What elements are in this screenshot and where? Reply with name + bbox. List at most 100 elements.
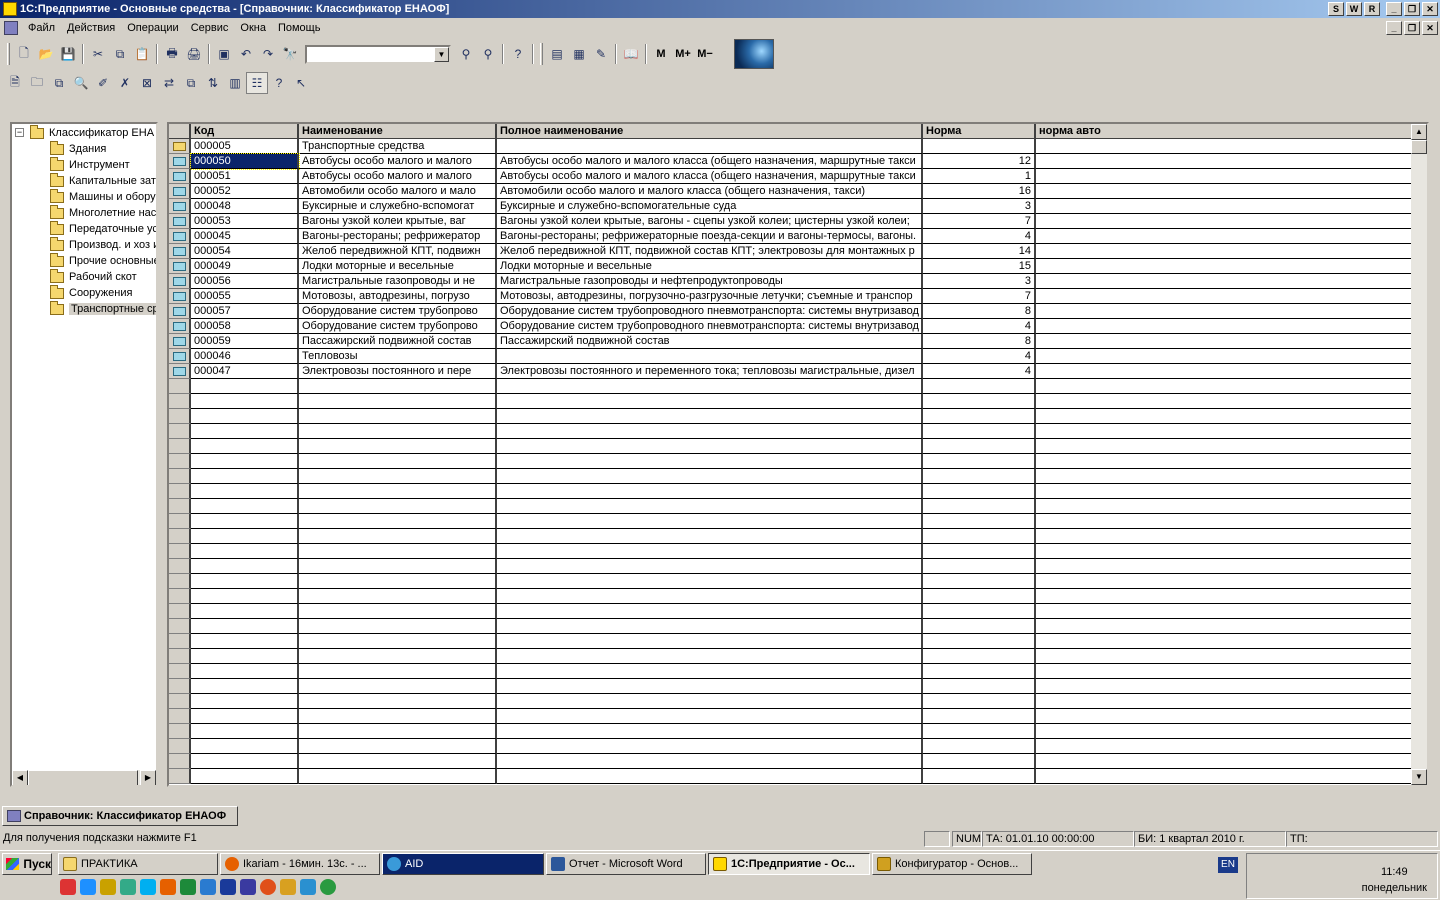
task-ikariam[interactable]: Ikariam - 16мин. 13с. - ...: [220, 853, 380, 875]
cell-full-name[interactable]: [497, 634, 923, 649]
table-row[interactable]: 000005 Транспортные средства: [169, 139, 1413, 154]
copy-icon[interactable]: ⧉: [109, 43, 131, 65]
cell-norm[interactable]: [923, 574, 1036, 589]
context-help-icon[interactable]: ↖: [290, 72, 312, 94]
table-row[interactable]: [169, 679, 1413, 694]
cell-code[interactable]: 000056: [191, 274, 299, 289]
move-icon[interactable]: ⇄: [158, 72, 180, 94]
cell-code[interactable]: [191, 439, 299, 454]
table-row[interactable]: 000045 Вагоны-рестораны; рефрижератор Ваго…: [169, 229, 1413, 244]
cell-code[interactable]: [191, 679, 299, 694]
s-button[interactable]: S: [1328, 2, 1344, 16]
cell-full-name[interactable]: Вагоны узкой колеи крытые, вагоны - сцеп…: [497, 214, 923, 229]
cell-full-name[interactable]: [497, 739, 923, 754]
cell-name[interactable]: Вагоны-рестораны; рефрижератор: [299, 229, 497, 244]
cell-norm[interactable]: 7: [923, 289, 1036, 304]
close-button[interactable]: ✕: [1422, 2, 1438, 16]
cell-norm-auto[interactable]: [1036, 319, 1413, 334]
cell-norm[interactable]: [923, 694, 1036, 709]
task-1c-enterprise[interactable]: 1С:Предприятие - Ос...: [708, 853, 870, 875]
cell-full-name[interactable]: Пассажирский подвижной состав: [497, 334, 923, 349]
ie-icon[interactable]: [80, 879, 96, 895]
print-preview-icon[interactable]: 🖨: [183, 43, 205, 65]
cell-norm-auto[interactable]: [1036, 694, 1413, 709]
table-row[interactable]: 000049 Лодки моторные и весельные Лодки мо…: [169, 259, 1413, 274]
book-icon[interactable]: 📖: [620, 43, 642, 65]
cell-name[interactable]: [299, 724, 497, 739]
cell-code[interactable]: [191, 529, 299, 544]
cell-code[interactable]: [191, 574, 299, 589]
cell-name[interactable]: [299, 589, 497, 604]
header-norm-auto[interactable]: норма авто: [1036, 124, 1413, 139]
cell-name[interactable]: [299, 619, 497, 634]
cell-code[interactable]: [191, 724, 299, 739]
table-row[interactable]: 000059 Пассажирский подвижной состав Пасса…: [169, 334, 1413, 349]
chat-icon[interactable]: [280, 879, 296, 895]
cell-full-name[interactable]: [497, 769, 923, 784]
tree-item[interactable]: Прочие основные: [50, 252, 156, 269]
cell-norm[interactable]: 7: [923, 214, 1036, 229]
task-word-report[interactable]: Отчет - Microsoft Word: [546, 853, 706, 875]
collapse-icon[interactable]: −: [15, 128, 24, 137]
cell-code[interactable]: 000058: [191, 319, 299, 334]
cell-norm-auto[interactable]: [1036, 679, 1413, 694]
table-row[interactable]: 000051 Автобусы особо малого и малого Авто…: [169, 169, 1413, 184]
cell-norm-auto[interactable]: [1036, 289, 1413, 304]
cell-full-name[interactable]: [497, 394, 923, 409]
clock[interactable]: 11:49 понедельник: [1362, 864, 1427, 896]
cell-full-name[interactable]: [497, 574, 923, 589]
cell-code[interactable]: [191, 499, 299, 514]
cell-code[interactable]: [191, 544, 299, 559]
cell-code[interactable]: [191, 739, 299, 754]
cell-full-name[interactable]: [497, 484, 923, 499]
cell-norm[interactable]: [923, 664, 1036, 679]
cell-name[interactable]: Электровозы постоянного и пере: [299, 364, 497, 379]
table-row[interactable]: [169, 709, 1413, 724]
find-icon[interactable]: 🔭: [279, 43, 301, 65]
scroll-thumb[interactable]: [1411, 140, 1427, 154]
excel-icon[interactable]: [180, 879, 196, 895]
cell-name[interactable]: Транспортные средства: [299, 139, 497, 154]
search-combo[interactable]: ▼: [305, 44, 451, 64]
cell-norm[interactable]: 4: [923, 364, 1036, 379]
cell-full-name[interactable]: [497, 499, 923, 514]
cell-norm-auto[interactable]: [1036, 739, 1413, 754]
chevron-down-icon[interactable]: ▼: [434, 46, 449, 62]
cell-norm-auto[interactable]: [1036, 514, 1413, 529]
cell-norm-auto[interactable]: [1036, 139, 1413, 154]
cell-name[interactable]: [299, 709, 497, 724]
cell-code[interactable]: [191, 649, 299, 664]
cell-full-name[interactable]: [497, 679, 923, 694]
table-row[interactable]: 000052 Автомобили особо малого и мало Авто…: [169, 184, 1413, 199]
cell-name[interactable]: Мотовозы, автодрезины, погрузо: [299, 289, 497, 304]
cell-code[interactable]: [191, 454, 299, 469]
cell-norm-auto[interactable]: [1036, 754, 1413, 769]
cell-norm[interactable]: [923, 769, 1036, 784]
cell-norm-auto[interactable]: [1036, 439, 1413, 454]
table-row[interactable]: 000048 Буксирные и служебно-вспомогат Букс…: [169, 199, 1413, 214]
header-name[interactable]: Наименование: [299, 124, 497, 139]
cell-full-name[interactable]: [497, 664, 923, 679]
media-icon[interactable]: [260, 879, 276, 895]
cell-code[interactable]: [191, 619, 299, 634]
table-row[interactable]: [169, 424, 1413, 439]
menu-service[interactable]: Сервис: [185, 22, 235, 34]
table-row[interactable]: 000056 Магистральные газопроводы и не Маги…: [169, 274, 1413, 289]
cell-norm[interactable]: 12: [923, 154, 1036, 169]
toolbar-grip[interactable]: [7, 43, 10, 65]
cell-norm[interactable]: [923, 139, 1036, 154]
cell-code[interactable]: 000005: [191, 139, 299, 154]
cell-norm[interactable]: 3: [923, 199, 1036, 214]
cell-full-name[interactable]: Оборудование систем трубопроводного пнев…: [497, 304, 923, 319]
cell-name[interactable]: [299, 394, 497, 409]
cell-code[interactable]: 000059: [191, 334, 299, 349]
table-row[interactable]: 000054 Желоб передвижной КПТ, подвижн Жело…: [169, 244, 1413, 259]
cell-norm-auto[interactable]: [1036, 664, 1413, 679]
cell-norm[interactable]: 4: [923, 319, 1036, 334]
cell-norm-auto[interactable]: [1036, 634, 1413, 649]
table-row[interactable]: [169, 544, 1413, 559]
cell-name[interactable]: [299, 559, 497, 574]
table-row[interactable]: [169, 574, 1413, 589]
cell-full-name[interactable]: Электровозы постоянного и переменного то…: [497, 364, 923, 379]
cell-norm-auto[interactable]: [1036, 184, 1413, 199]
